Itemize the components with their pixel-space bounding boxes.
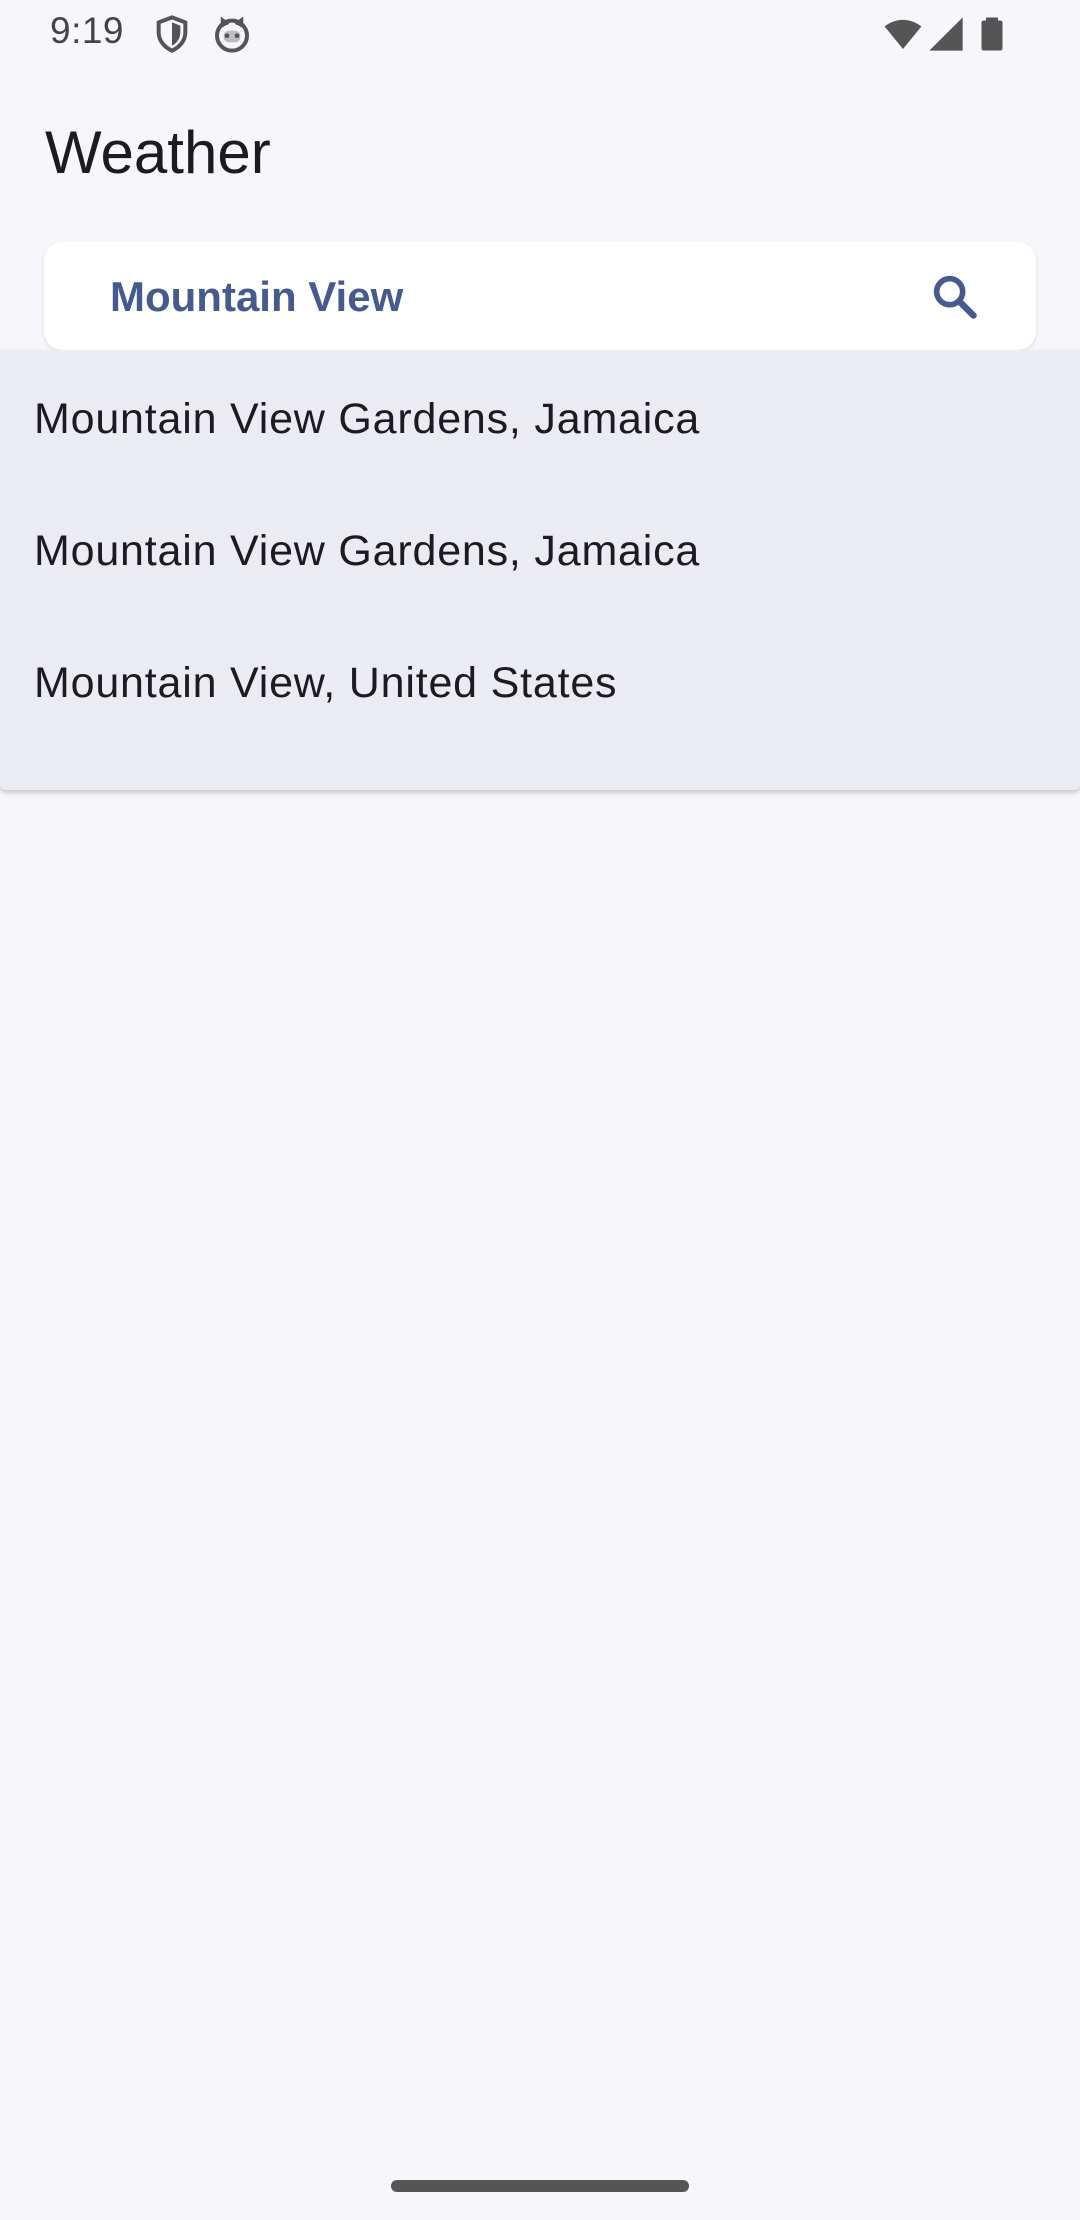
search-icon[interactable]	[928, 270, 980, 322]
suggestion-item[interactable]: Mountain View, United States	[0, 614, 1080, 746]
suggestion-label: Mountain View Gardens, Jamaica	[34, 395, 701, 443]
cat-face-icon	[212, 14, 252, 54]
search-input-value[interactable]: Mountain View	[110, 272, 403, 322]
wifi-icon	[880, 14, 926, 54]
cellular-signal-icon	[926, 14, 966, 54]
page-title: Weather	[45, 119, 271, 186]
suggestion-label: Mountain View, United States	[34, 659, 618, 707]
gesture-nav-handle[interactable]	[391, 2180, 689, 2192]
search-suggestions-dropdown: Mountain View Gardens, Jamaica Mountain …	[0, 350, 1080, 790]
search-input[interactable]: Mountain View	[44, 242, 1036, 350]
battery-icon	[974, 14, 1010, 54]
shield-icon	[152, 14, 192, 54]
suggestion-item[interactable]: Mountain View Gardens, Jamaica	[0, 350, 1080, 482]
suggestion-item[interactable]: Mountain View Gardens, Jamaica	[0, 482, 1080, 614]
status-bar: 9:19	[0, 0, 1080, 66]
status-time: 9:19	[50, 10, 125, 51]
suggestion-label: Mountain View Gardens, Jamaica	[34, 527, 701, 575]
